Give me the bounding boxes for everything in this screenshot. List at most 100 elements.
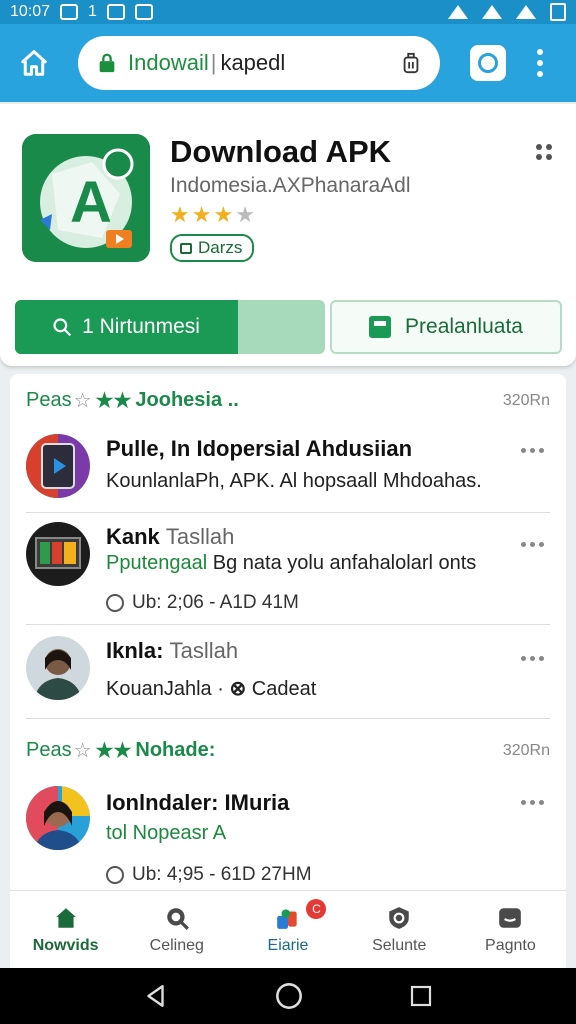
tag-icon xyxy=(180,242,192,254)
nav-label: Celineg xyxy=(149,936,204,954)
more-dot xyxy=(537,60,543,66)
battery-icon xyxy=(550,3,566,21)
list-item[interactable]: Pulle, In Idopersial Ahdusiian Kounlanla… xyxy=(26,432,550,502)
more-options-icon[interactable] xyxy=(521,656,544,661)
avatar xyxy=(26,636,90,700)
recents-icon[interactable] xyxy=(409,984,433,1008)
svg-text:A: A xyxy=(70,170,112,235)
post-text-link: Cadeat xyxy=(251,678,317,700)
post-title: Iknla: Tasllah xyxy=(106,638,238,664)
grid-dot xyxy=(546,154,552,160)
home-circle-icon[interactable] xyxy=(275,982,303,1010)
nav-item-security[interactable]: Selunte xyxy=(344,891,455,968)
vpn-icon xyxy=(60,4,79,20)
person-avatar-icon xyxy=(26,786,90,850)
nav-label: Eiarie xyxy=(267,936,309,954)
tabs-icon xyxy=(478,53,498,73)
app-badge[interactable]: Darzs xyxy=(170,234,255,262)
person-avatar-icon xyxy=(26,636,90,700)
feed-panel: Peas ☆ ★★ Joohesia .. 320Rn Pulle, In Id… xyxy=(10,374,566,894)
more-options-icon[interactable] xyxy=(521,800,544,805)
section-count: 320Rn xyxy=(502,391,550,409)
post-title: Pulle, In Idopersial Ahdusiian xyxy=(106,436,413,461)
cloud-icon xyxy=(134,4,153,20)
status-time: 10:07 xyxy=(10,3,51,20)
nav-item-home[interactable]: Nowvids xyxy=(10,891,121,968)
avatar xyxy=(26,786,90,850)
star-icon: ★ xyxy=(170,202,190,227)
profile-icon xyxy=(499,907,522,928)
more-options-icon[interactable] xyxy=(521,448,544,453)
nav-item-profile[interactable]: Pagnto xyxy=(455,891,566,968)
divider xyxy=(26,512,550,513)
avatar xyxy=(26,434,90,498)
post-text: tol Nopeasr A xyxy=(106,822,227,844)
post-meta-text: Ub: 4;95 - 61D 27HM xyxy=(132,864,312,885)
url-separator: | xyxy=(210,50,217,75)
comment-icon xyxy=(106,594,124,612)
avatar xyxy=(26,522,90,586)
secondary-button[interactable]: Prealanluata xyxy=(330,300,562,354)
nav-label: Selunte xyxy=(372,936,427,954)
app-title: Download APK xyxy=(170,134,392,169)
section-prefix: Peas xyxy=(26,389,72,411)
app-rating: ★ ★ ★ ★ xyxy=(170,202,255,228)
home-button[interactable] xyxy=(14,43,54,83)
star-icon: ★★ xyxy=(95,390,132,412)
app-card: A Download APK Indomesia.AXPhanaraAdl ★ … xyxy=(0,104,576,366)
list-item[interactable]: Ionlndaler: IMuria tol Nopeasr A Ub: 4;9… xyxy=(26,784,550,894)
more-dot xyxy=(537,49,543,55)
search-icon xyxy=(167,907,189,930)
grid-dot xyxy=(536,144,542,150)
star-icon: ★★ xyxy=(95,740,132,762)
post-author: Iknla: xyxy=(106,638,164,663)
post-text: KounlanlaPh, APK. Al hopsaall Mhdoahas. xyxy=(106,470,482,492)
app-icon: A xyxy=(22,134,150,262)
download-button[interactable]: 1 Nirtunmesi xyxy=(15,300,325,354)
nav-item-search[interactable]: Celineg xyxy=(121,891,232,968)
post-text: KouanJahla · ⊗ Cadeat xyxy=(106,676,316,701)
trash-icon[interactable] xyxy=(400,51,422,75)
section-header: Peas ☆ ★★ Joohesia .. 320Rn xyxy=(26,388,550,413)
list-item[interactable]: Iknla: Tasllah KouanJahla · ⊗ Cadeat xyxy=(26,634,550,704)
post-title: Kank Tasllah xyxy=(106,524,234,550)
post-meta: Ub: 4;95 - 61D 27HM xyxy=(106,864,312,886)
more-options-icon[interactable] xyxy=(521,542,544,547)
section-count: 320Rn xyxy=(502,741,550,759)
post-author-handle: Tasllah xyxy=(169,638,239,663)
link-icon: ⊗ xyxy=(229,678,247,700)
post-title: Ionlndaler: IMuria xyxy=(106,790,290,815)
post-text-body: KouanJahla · xyxy=(106,678,224,700)
status-indicator: 1 xyxy=(88,3,97,20)
comment-icon xyxy=(106,866,124,884)
section-title: Joohesia .. xyxy=(135,389,239,411)
post-text-highlight: Pputengaal xyxy=(106,552,208,574)
back-icon[interactable] xyxy=(143,983,169,1009)
section-header: Peas ☆ ★★ Nohade: 320Rn xyxy=(26,738,550,763)
alarm-icon xyxy=(448,5,468,19)
section-prefix: Peas xyxy=(26,739,72,761)
browser-toolbar: Indowail | kapedl xyxy=(0,24,576,102)
grid-icon[interactable] xyxy=(536,144,552,160)
nav-item-share[interactable]: C Eiarie xyxy=(232,891,343,968)
system-navigation-bar xyxy=(0,968,576,1024)
post-meta-text: Ub: 2;06 - A1D 41M xyxy=(132,592,299,613)
post-meta: Ub: 2;06 - A1D 41M xyxy=(106,592,299,614)
divider xyxy=(26,624,550,625)
post-author: Kank xyxy=(106,524,160,549)
overflow-menu-button[interactable] xyxy=(534,49,546,77)
star-icon: ★ xyxy=(213,202,234,227)
grid-dot xyxy=(546,144,552,150)
star-empty-icon: ★ xyxy=(235,202,255,227)
star-outline-icon: ☆ xyxy=(73,390,92,412)
post-text: Pputengaal Bg nata yolu anfahalolarl ont… xyxy=(106,552,476,575)
status-bar: 10:07 1 xyxy=(0,0,576,24)
download-button-label: 1 Nirtunmesi xyxy=(82,315,200,338)
url-bar[interactable]: Indowail | kapedl xyxy=(78,36,440,90)
shield-icon xyxy=(389,906,409,929)
secondary-button-label: Prealanluata xyxy=(405,315,523,338)
nav-label: Pagnto xyxy=(485,936,536,954)
image-icon xyxy=(106,4,125,20)
tabs-button[interactable] xyxy=(470,45,506,81)
list-item[interactable]: Kank Tasllah Pputengaal Bg nata yolu anf… xyxy=(26,520,550,620)
